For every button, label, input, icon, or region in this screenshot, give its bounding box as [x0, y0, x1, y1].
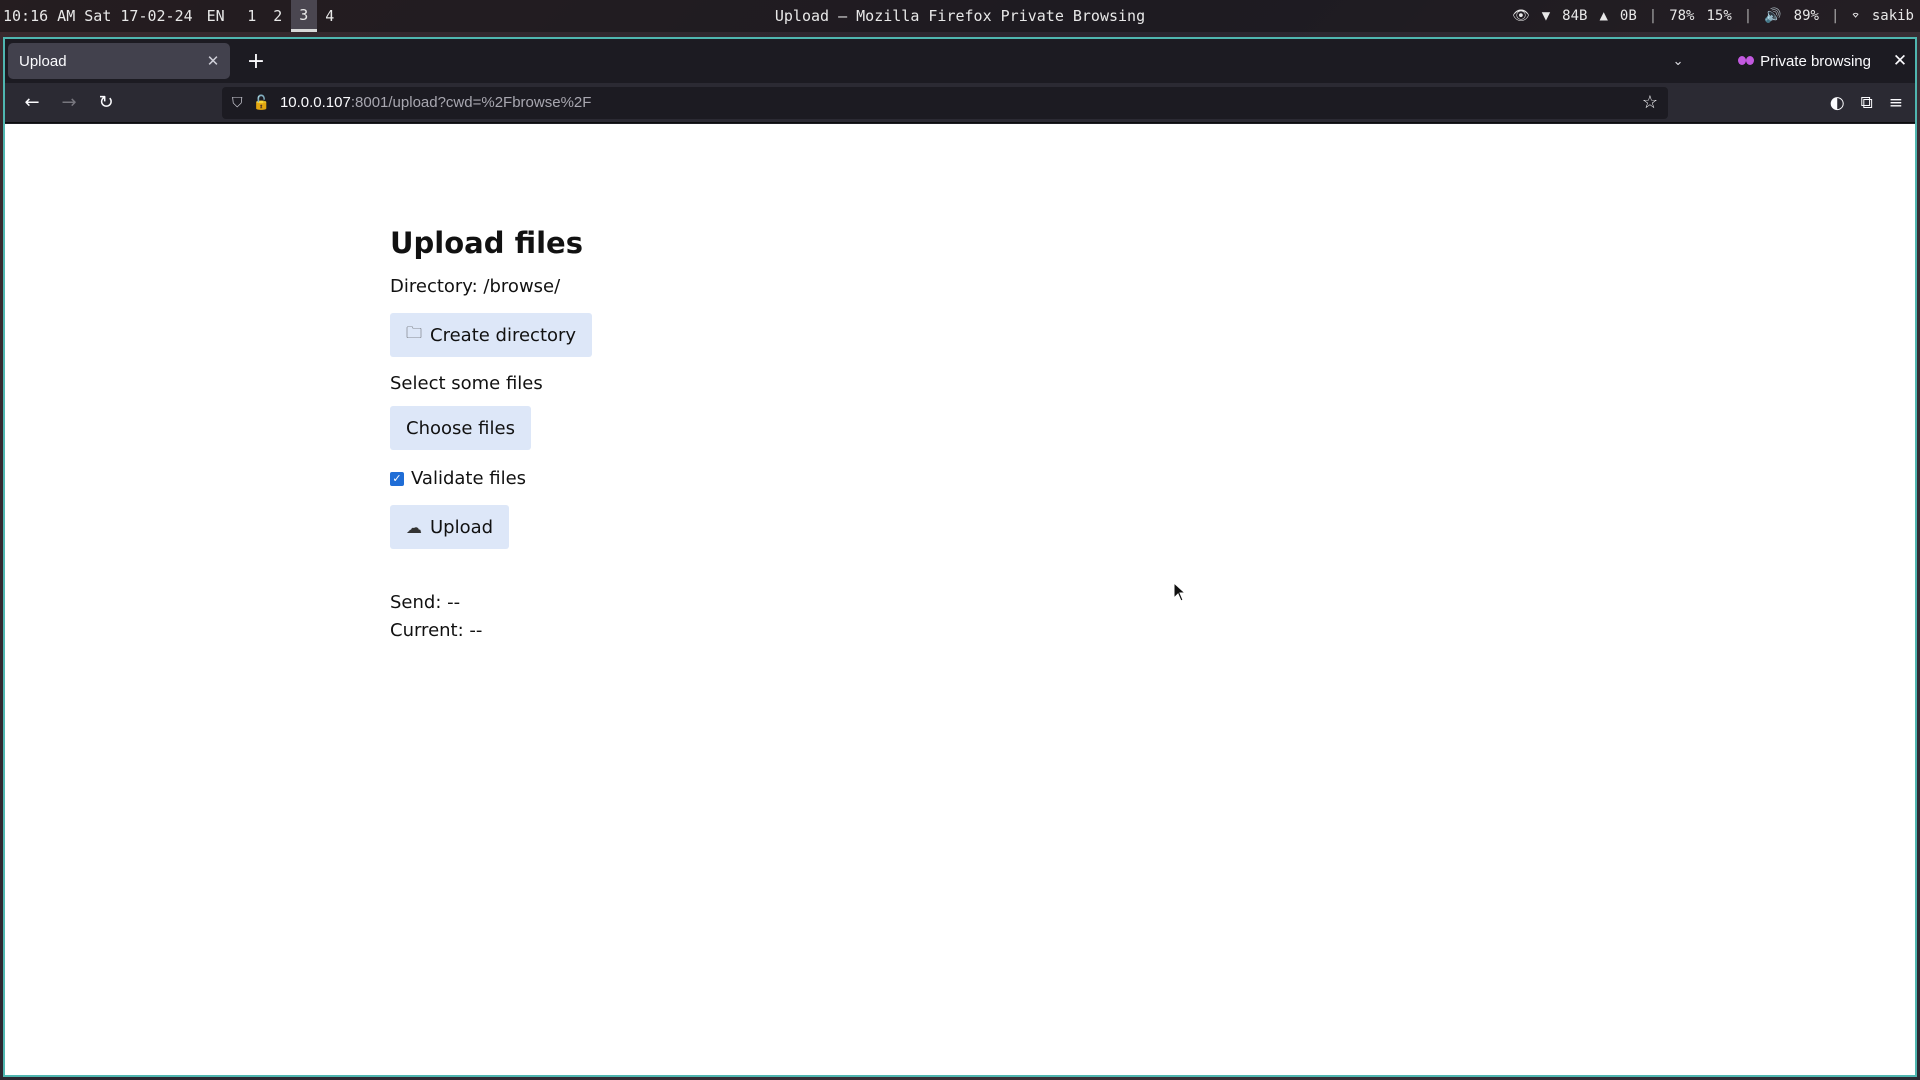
- validate-files-row: ✓ Validate files: [390, 468, 592, 489]
- hamburger-menu-icon[interactable]: ≡: [1889, 93, 1903, 113]
- private-browsing-indicator: Private browsing: [1738, 53, 1885, 70]
- new-tab-icon[interactable]: +: [244, 49, 268, 74]
- bookmark-star-icon[interactable]: ☆: [1642, 92, 1658, 113]
- create-directory-label: Create directory: [430, 324, 577, 346]
- username: sakib: [1871, 8, 1914, 24]
- validate-files-checkbox[interactable]: ✓: [390, 471, 404, 486]
- private-mask-icon: [1738, 56, 1755, 66]
- keyboard-language[interactable]: EN: [207, 7, 225, 25]
- private-browsing-label: Private browsing: [1760, 52, 1871, 70]
- upload-arrow-icon: ▲: [1599, 8, 1608, 24]
- tab-bar: Upload ✕ + ⌄ Private browsing ✕: [5, 39, 1915, 83]
- list-all-tabs-icon[interactable]: ⌄: [1658, 53, 1698, 69]
- extensions-puzzle-icon[interactable]: ⧉: [1861, 93, 1873, 113]
- url-text[interactable]: 10.0.0.107:8001/upload?cwd=%2Fbrowse%2F: [280, 94, 1642, 111]
- browser-window: Upload ✕ + ⌄ Private browsing ✕ ← → ↻ ⛉ …: [3, 37, 1917, 1077]
- reload-icon[interactable]: ↻: [88, 87, 124, 119]
- workspace-1[interactable]: 1: [239, 0, 265, 32]
- upload-button[interactable]: ☁ Upload: [390, 505, 510, 549]
- send-status: Send: --: [390, 592, 461, 613]
- memory-value: 78%: [1669, 8, 1695, 24]
- upload-label: Upload: [430, 516, 494, 538]
- tab-upload[interactable]: Upload ✕: [8, 43, 230, 79]
- cpu-value: 15%: [1706, 8, 1732, 24]
- mouse-cursor: [1173, 582, 1187, 602]
- system-top-bar: 10:16 AM Sat 17-02-24 EN 1 2 3 4 Upload …: [0, 0, 1920, 32]
- volume-value: 89%: [1793, 8, 1819, 24]
- volume-icon: 🔊: [1764, 8, 1782, 24]
- tab-title: Upload: [19, 52, 67, 70]
- navigation-toolbar: ← → ↻ ⛉ 🔓 10.0.0.107:8001/upload?cwd=%2F…: [5, 83, 1915, 123]
- workspace-3[interactable]: 3: [290, 0, 317, 32]
- active-window-title: Upload — Mozilla Firefox Private Browsin…: [774, 7, 1146, 25]
- upload-status: Send: -- Current: --: [390, 589, 592, 645]
- separator: |: [1743, 8, 1753, 24]
- upload-form: Upload files Directory: /browse/ 🗀 Creat…: [390, 226, 593, 645]
- close-tab-icon[interactable]: ✕: [204, 52, 222, 70]
- net-up-value: 0B: [1619, 8, 1637, 24]
- url-host: 10.0.0.107: [279, 94, 351, 111]
- workspace-4[interactable]: 4: [317, 0, 343, 32]
- insecure-lock-icon[interactable]: 🔓: [253, 94, 270, 111]
- separator: |: [1830, 8, 1840, 24]
- wifi-icon: ⌔: [1851, 8, 1860, 24]
- page-title: Upload files: [390, 226, 583, 260]
- workspace-2[interactable]: 2: [265, 0, 291, 32]
- net-down-value: 84B: [1562, 8, 1588, 24]
- folder-plus-icon: 🗀: [406, 322, 423, 342]
- eye-icon: 👁: [1511, 8, 1530, 24]
- shield-icon[interactable]: ⛉: [232, 94, 243, 111]
- system-clock: 10:16 AM Sat 17-02-24: [3, 7, 193, 25]
- url-path: :8001/upload?cwd=%2Fbrowse%2F: [350, 94, 592, 111]
- forward-icon[interactable]: →: [51, 87, 87, 119]
- separator: |: [1648, 8, 1658, 24]
- url-bar[interactable]: ⛉ 🔓 10.0.0.107:8001/upload?cwd=%2Fbrowse…: [222, 86, 1668, 119]
- download-arrow-icon: ▼: [1541, 8, 1551, 24]
- directory-line: Directory: /browse/: [390, 276, 561, 297]
- page-viewport: Upload files Directory: /browse/ 🗀 Creat…: [5, 124, 1915, 1075]
- cloud-upload-icon: ☁: [406, 517, 422, 537]
- choose-files-button[interactable]: Choose files: [390, 406, 531, 450]
- create-directory-button[interactable]: 🗀 Create directory: [390, 313, 593, 357]
- current-status: Current: --: [390, 620, 483, 641]
- extension-icon[interactable]: ◐: [1830, 93, 1845, 113]
- choose-files-label: Choose files: [406, 417, 515, 439]
- select-files-label: Select some files: [390, 373, 543, 394]
- back-icon[interactable]: ←: [14, 87, 50, 119]
- close-window-icon[interactable]: ✕: [1885, 51, 1915, 71]
- validate-files-label[interactable]: Validate files: [411, 468, 526, 489]
